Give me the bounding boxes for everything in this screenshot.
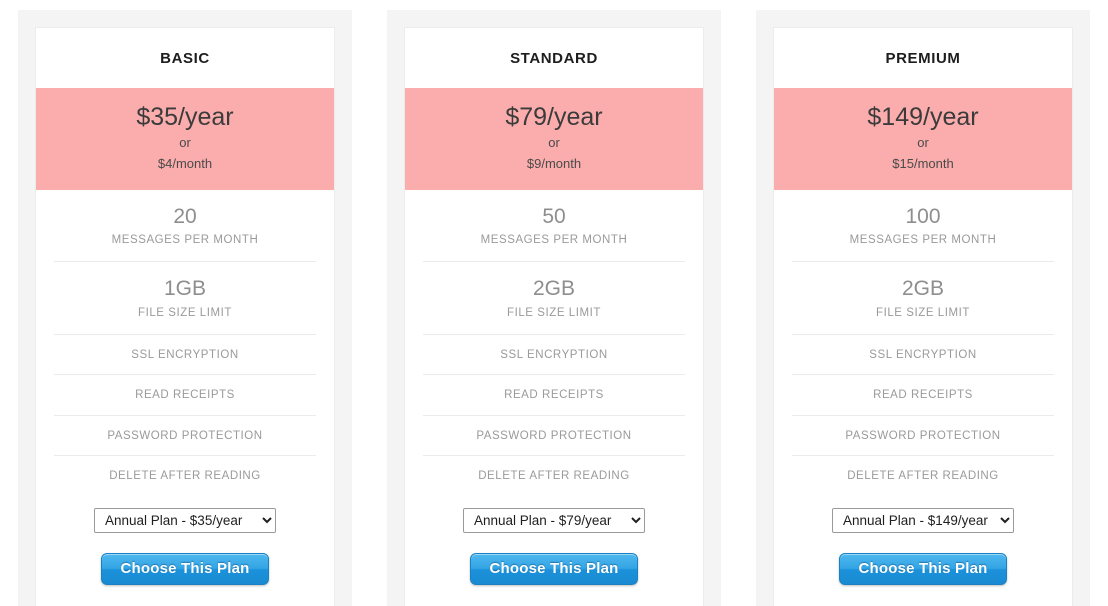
feature-value: 50 (542, 204, 566, 228)
feature-list: 20 MESSAGES PER MONTH 1GB FILE SIZE LIMI… (36, 190, 334, 496)
price-monthly: $15/month (892, 156, 954, 172)
feature-ssl: SSL ENCRYPTION (423, 335, 685, 376)
plan-title: BASIC (160, 50, 210, 67)
price-monthly: $9/month (526, 156, 582, 172)
plan-card-premium: PREMIUM $149/year or $15/month 100 MESSA… (773, 27, 1073, 606)
feature-label: MESSAGES PER MONTH (111, 233, 259, 246)
feature-list: 100 MESSAGES PER MONTH 2GB FILE SIZE LIM… (774, 190, 1072, 496)
pricing-columns: BASIC $35/year or $4/month 20 MESSAGES P… (0, 0, 1108, 606)
feature-read-receipts: READ RECEIPTS (423, 375, 685, 416)
price-annual: $79/year (505, 103, 603, 131)
feature-value: 2GB (901, 277, 945, 301)
feature-read-receipts: READ RECEIPTS (54, 375, 316, 416)
plan-panel-standard: STANDARD $79/year or $9/month 50 MESSAGE… (387, 10, 721, 606)
feature-messages: 50 MESSAGES PER MONTH (423, 190, 685, 263)
feature-label: SSL ENCRYPTION (131, 349, 239, 362)
plan-card-standard: STANDARD $79/year or $9/month 50 MESSAGE… (404, 27, 704, 606)
feature-filesize: 2GB FILE SIZE LIMIT (792, 262, 1054, 336)
feature-read-receipts: READ RECEIPTS (792, 375, 1054, 416)
plan-select-wrap: Annual Plan - $79/year (405, 496, 703, 533)
choose-plan-button[interactable]: Choose This Plan (839, 552, 1007, 585)
plan-panel-basic: BASIC $35/year or $4/month 20 MESSAGES P… (18, 10, 352, 606)
plan-panel-premium: PREMIUM $149/year or $15/month 100 MESSA… (756, 10, 1090, 606)
feature-password-protection: PASSWORD PROTECTION (423, 416, 685, 457)
feature-label: READ RECEIPTS (873, 389, 973, 402)
feature-label: SSL ENCRYPTION (869, 349, 977, 362)
price-band: $35/year or $4/month (36, 88, 334, 190)
plan-select-wrap: Annual Plan - $35/year (36, 496, 334, 533)
choose-plan-wrap: Choose This Plan (405, 533, 703, 606)
choose-plan-button[interactable]: Choose This Plan (470, 552, 638, 585)
feature-label: PASSWORD PROTECTION (845, 429, 1001, 442)
price-separator: or (917, 135, 929, 151)
feature-ssl: SSL ENCRYPTION (54, 335, 316, 376)
feature-label: DELETE AFTER READING (478, 470, 630, 483)
feature-delete-after-reading: DELETE AFTER READING (54, 456, 316, 495)
feature-label: DELETE AFTER READING (847, 470, 999, 483)
feature-password-protection: PASSWORD PROTECTION (792, 416, 1054, 457)
price-annual: $149/year (867, 103, 979, 131)
plan-select[interactable]: Annual Plan - $149/year (832, 507, 1014, 533)
price-annual: $35/year (136, 103, 234, 131)
feature-list: 50 MESSAGES PER MONTH 2GB FILE SIZE LIMI… (405, 190, 703, 496)
feature-filesize: 1GB FILE SIZE LIMIT (54, 262, 316, 336)
feature-label: FILE SIZE LIMIT (876, 306, 970, 319)
feature-value: 1GB (163, 277, 207, 301)
feature-delete-after-reading: DELETE AFTER READING (792, 456, 1054, 495)
pricing-table: BASIC $35/year or $4/month 20 MESSAGES P… (0, 0, 1108, 606)
price-band: $79/year or $9/month (405, 88, 703, 190)
feature-delete-after-reading: DELETE AFTER READING (423, 456, 685, 495)
choose-plan-wrap: Choose This Plan (774, 533, 1072, 606)
feature-label: MESSAGES PER MONTH (480, 233, 628, 246)
feature-label: PASSWORD PROTECTION (476, 429, 632, 442)
feature-filesize: 2GB FILE SIZE LIMIT (423, 262, 685, 336)
price-separator: or (548, 135, 560, 151)
feature-label: SSL ENCRYPTION (500, 349, 608, 362)
choose-plan-wrap: Choose This Plan (36, 533, 334, 606)
feature-messages: 20 MESSAGES PER MONTH (54, 190, 316, 263)
feature-ssl: SSL ENCRYPTION (792, 335, 1054, 376)
feature-label: FILE SIZE LIMIT (507, 306, 601, 319)
feature-value: 100 (905, 204, 941, 228)
plan-title: STANDARD (510, 50, 598, 67)
feature-password-protection: PASSWORD PROTECTION (54, 416, 316, 457)
feature-label: READ RECEIPTS (135, 389, 235, 402)
feature-value: 2GB (532, 277, 576, 301)
feature-label: PASSWORD PROTECTION (107, 429, 263, 442)
plan-select[interactable]: Annual Plan - $79/year (463, 507, 645, 533)
feature-value: 20 (173, 204, 197, 228)
price-monthly: $4/month (157, 156, 213, 172)
feature-messages: 100 MESSAGES PER MONTH (792, 190, 1054, 263)
price-band: $149/year or $15/month (774, 88, 1072, 190)
price-separator: or (179, 135, 191, 151)
feature-label: MESSAGES PER MONTH (849, 233, 997, 246)
feature-label: FILE SIZE LIMIT (138, 306, 232, 319)
plan-card-basic: BASIC $35/year or $4/month 20 MESSAGES P… (35, 27, 335, 606)
choose-plan-button[interactable]: Choose This Plan (101, 552, 269, 585)
plan-select-wrap: Annual Plan - $149/year (774, 496, 1072, 533)
plan-select[interactable]: Annual Plan - $35/year (94, 507, 276, 533)
feature-label: READ RECEIPTS (504, 389, 604, 402)
plan-title: PREMIUM (885, 50, 961, 67)
feature-label: DELETE AFTER READING (109, 470, 261, 483)
